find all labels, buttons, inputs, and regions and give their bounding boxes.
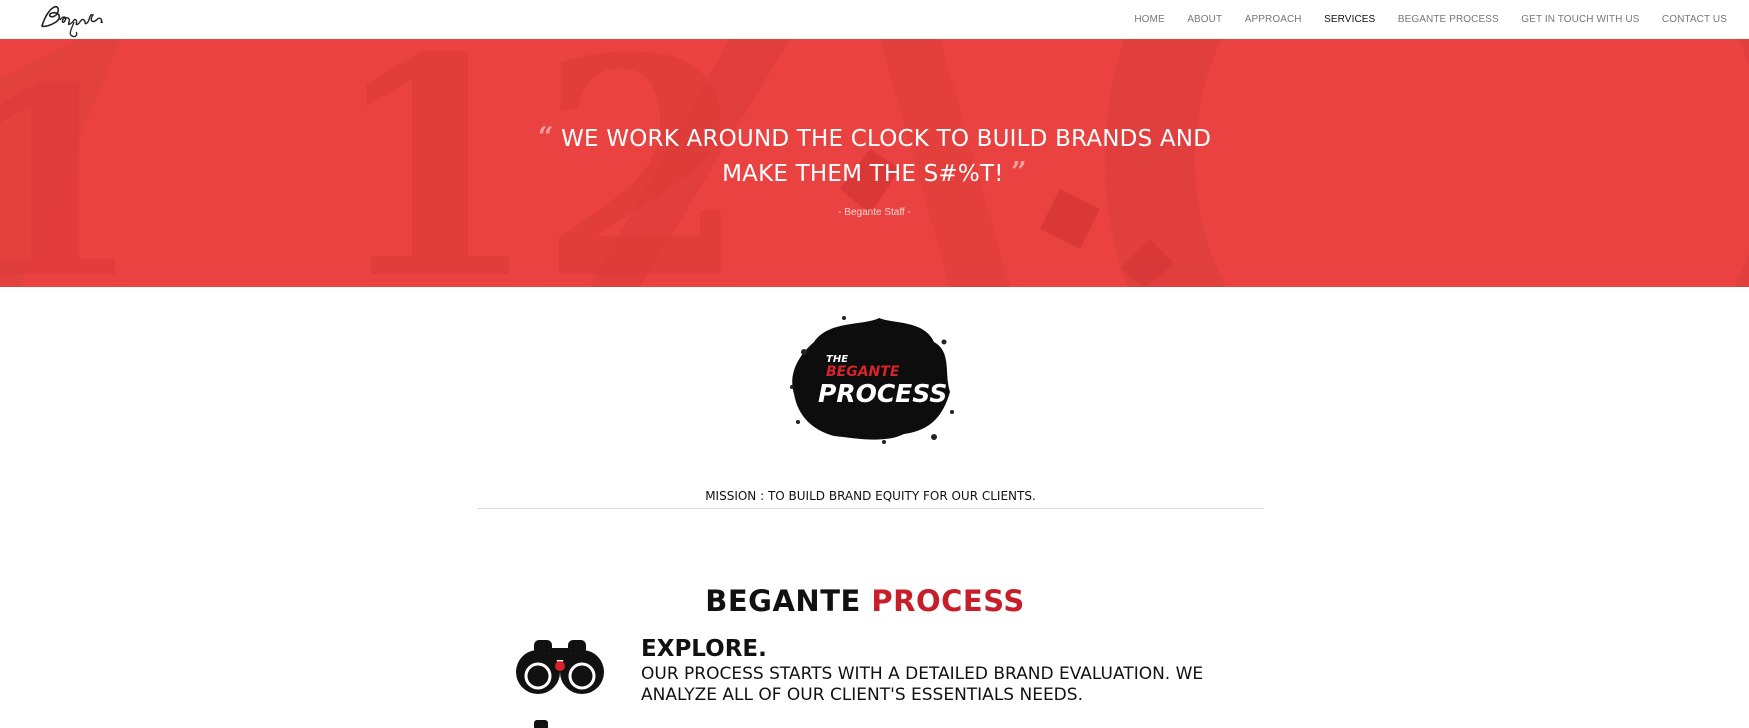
- binoculars-icon: [512, 638, 608, 694]
- process-title-black: BEGANTE: [705, 584, 861, 618]
- close-quote-mark: ”: [1011, 157, 1027, 188]
- process-title-red: PROCESS: [871, 584, 1025, 618]
- next-step-icon: [534, 720, 548, 728]
- mission-statement: MISSION : TO BUILD BRAND EQUITY FOR OUR …: [705, 489, 1036, 503]
- quote-line-1: WE WORK AROUND THE CLOCK TO BUILD BRANDS…: [561, 126, 1212, 152]
- open-quote-mark: “: [537, 122, 554, 153]
- hero-quote: “ WE WORK AROUND THE CLOCK TO BUILD BRAN…: [0, 121, 1749, 191]
- hero-banner: 12 1 “ WE WORK AROUND THE CLOCK TO BUILD…: [0, 39, 1749, 287]
- step-explore-heading: EXPLORE.: [641, 636, 767, 662]
- process-title: BEGANTE PROCESS: [0, 584, 1730, 618]
- nav-contact-us[interactable]: CONTACT US: [1662, 14, 1727, 25]
- main-nav: HOME ABOUT APPROACH SERVICES BEGANTE PRO…: [1112, 0, 1727, 39]
- nav-approach[interactable]: APPROACH: [1245, 14, 1302, 25]
- site-header: HOME ABOUT APPROACH SERVICES BEGANTE PRO…: [0, 0, 1749, 39]
- badge-line-3: PROCESS: [818, 379, 947, 408]
- nav-about[interactable]: ABOUT: [1187, 14, 1222, 25]
- step-explore-text: OUR PROCESS STARTS WITH A DETAILED BRAND…: [641, 664, 1204, 705]
- section-divider: [477, 508, 1264, 509]
- quote-attribution: - Begante Staff -: [838, 207, 911, 218]
- quote-line-2: MAKE THEM THE S#%T!: [722, 161, 1004, 187]
- nav-services[interactable]: SERVICES: [1324, 14, 1375, 25]
- begante-logo[interactable]: [38, 0, 118, 40]
- nav-begante-process[interactable]: BEGANTE PROCESS: [1398, 14, 1499, 25]
- begante-process-badge: THE BEGANTE PROCESS: [784, 312, 956, 447]
- nav-home[interactable]: HOME: [1134, 14, 1164, 25]
- nav-get-in-touch[interactable]: GET IN TOUCH WITH US: [1521, 14, 1639, 25]
- badge-line-2: BEGANTE: [826, 364, 900, 380]
